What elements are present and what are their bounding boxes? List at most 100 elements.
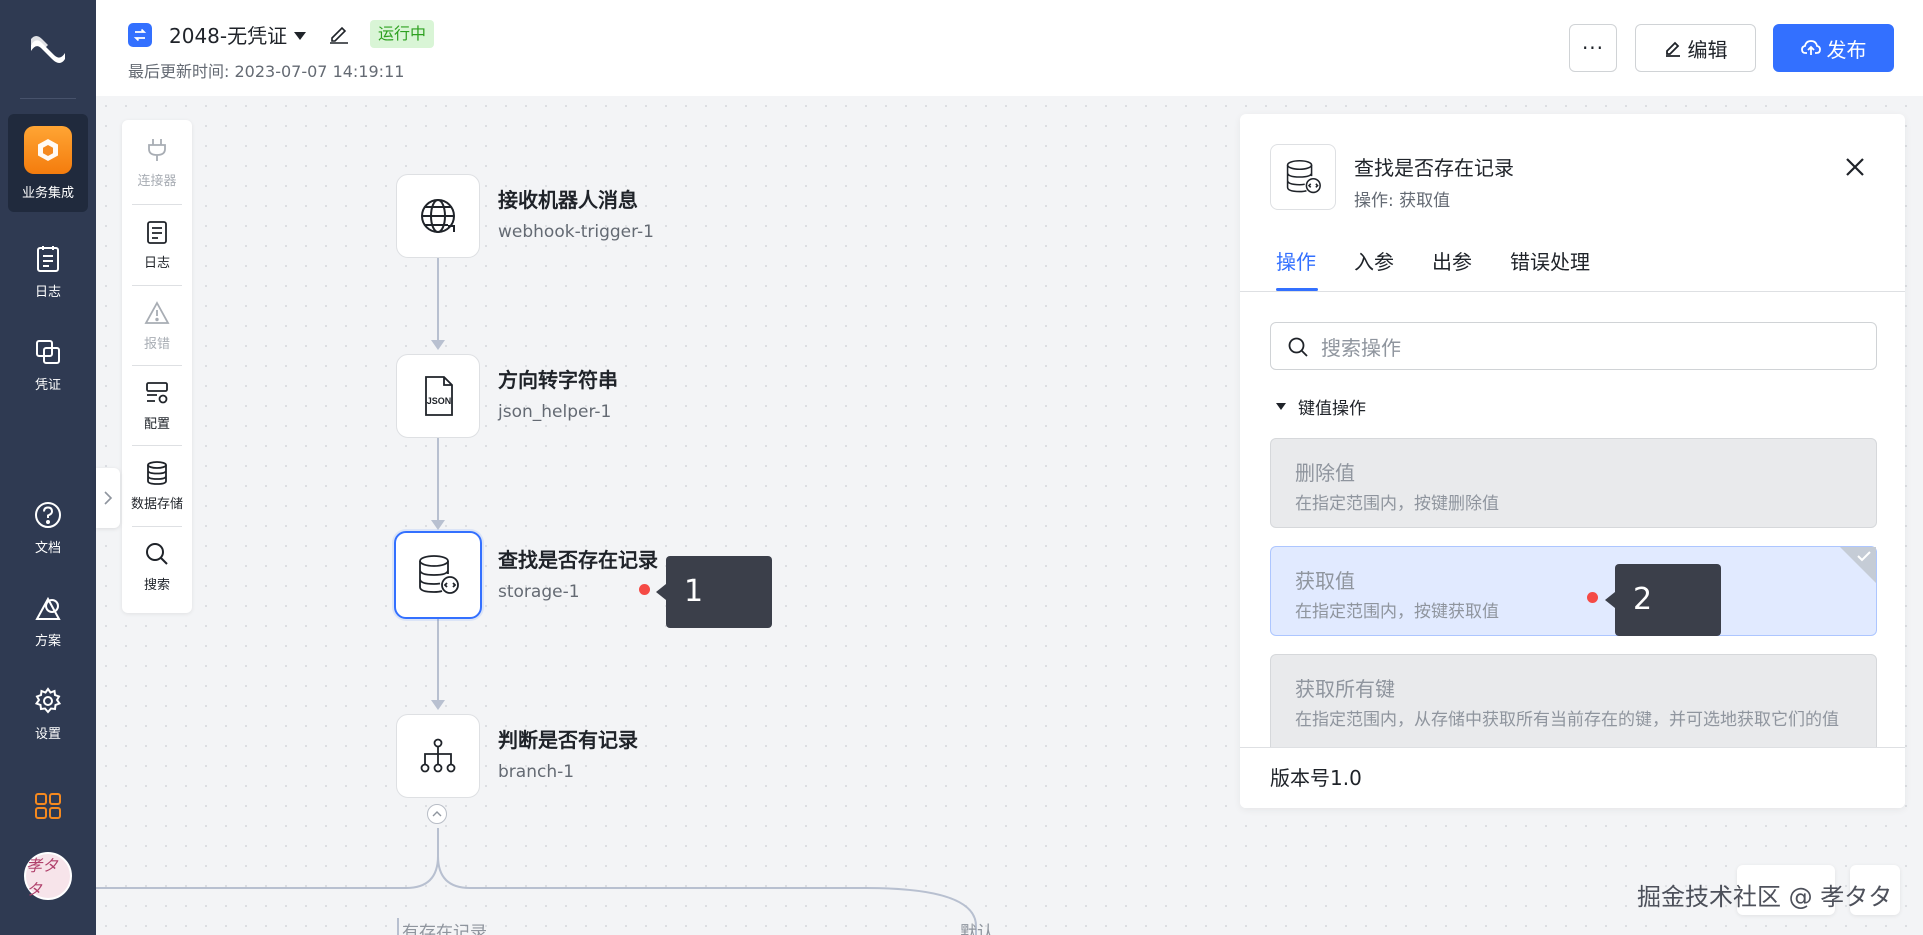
plug-icon <box>144 136 170 164</box>
cloud-upload-icon <box>1800 40 1821 55</box>
json-file-icon: JSON <box>425 376 453 416</box>
tab-output-params[interactable]: 出参 <box>1432 246 1472 275</box>
nav-label: 方案 <box>34 633 61 649</box>
last-updated: 最后更新时间: 2023-07-07 14:19:11 <box>128 58 404 82</box>
warning-icon <box>144 299 170 327</box>
tool-config[interactable]: 配置 <box>122 365 192 445</box>
last-updated-label: 最后更新时间: <box>128 62 230 81</box>
tab-error-handling[interactable]: 错误处理 <box>1510 246 1590 275</box>
flow-node-json-helper[interactable]: JSON <box>396 354 480 438</box>
tab-input-params[interactable]: 入参 <box>1354 246 1394 275</box>
node-id: webhook-trigger-1 <box>498 222 654 242</box>
tool-label: 配置 <box>143 416 170 432</box>
flow-node-branch[interactable] <box>396 714 480 798</box>
avatar[interactable]: 孝タタ <box>24 852 72 900</box>
app-logo[interactable] <box>0 24 96 76</box>
tool-search[interactable]: 搜索 <box>122 526 192 606</box>
nav-item-settings[interactable]: 设置 <box>8 664 88 762</box>
flow-node-storage[interactable] <box>394 531 482 619</box>
operation-name: 获取所有键 <box>1295 677 1395 701</box>
operation-card-delete[interactable]: 删除值 在指定范围内，按键删除值 <box>1270 438 1877 528</box>
tool-label: 连接器 <box>137 173 177 189</box>
more-button[interactable]: ··· <box>1569 24 1617 72</box>
check-icon <box>1857 551 1871 562</box>
tab-indicator <box>1276 288 1318 291</box>
operation-card-get[interactable]: 获取值 在指定范围内，按键获取值 2 <box>1270 546 1877 636</box>
annotation-marker: 2 <box>1605 564 1721 636</box>
branch-icon <box>420 738 456 773</box>
toolbox: 连接器 日志 报错 配置 数据存储 搜索 <box>122 120 192 613</box>
search-placeholder: 搜索操作 <box>1321 335 1401 360</box>
globe-icon <box>421 199 455 233</box>
tool-label: 报错 <box>143 336 170 352</box>
edit-button[interactable]: 编辑 <box>1635 24 1756 72</box>
config-icon <box>144 379 170 407</box>
search-icon <box>1288 337 1308 357</box>
node-title: 判断是否有记录 <box>498 728 638 752</box>
tool-connector[interactable]: 连接器 <box>122 122 192 202</box>
nav-item-log[interactable]: 日志 <box>8 222 88 320</box>
branch-label: 有存在记录 <box>402 923 487 935</box>
nav-label: 日志 <box>34 284 61 300</box>
node-title: 查找是否存在记录 <box>498 548 658 572</box>
flow-node-webhook-trigger[interactable] <box>396 174 480 258</box>
pencil-icon <box>1665 41 1680 57</box>
tab-operation[interactable]: 操作 <box>1276 246 1316 275</box>
log-icon <box>145 218 169 246</box>
tool-label: 数据存储 <box>130 496 183 512</box>
node-id: storage-1 <box>498 582 580 602</box>
flow-name[interactable]: 2048-无凭证 <box>169 20 287 49</box>
branch-label: 默认 <box>960 923 994 935</box>
chevron-down-icon[interactable] <box>293 26 307 45</box>
annotation-marker: 1 <box>656 556 772 628</box>
nav-item-integration[interactable]: 业务集成 <box>8 114 88 212</box>
node-title: 接收机器人消息 <box>498 188 638 212</box>
database-icon <box>145 459 169 487</box>
tool-data-storage[interactable]: 数据存储 <box>122 445 192 525</box>
chevron-up-icon <box>432 811 442 817</box>
nav-item-credential[interactable]: 凭证 <box>8 315 88 413</box>
tool-log[interactable]: 日志 <box>122 204 192 284</box>
publish-button[interactable]: 发布 <box>1773 24 1894 72</box>
operation-name: 获取值 <box>1295 569 1355 593</box>
last-updated-value: 2023-07-07 14:19:11 <box>234 62 405 81</box>
flow-icon <box>128 23 152 47</box>
nav-label: 凭证 <box>34 377 61 393</box>
solution-icon <box>32 592 64 624</box>
apps-grid-icon[interactable] <box>30 788 66 824</box>
tool-label: 日志 <box>143 255 170 271</box>
publish-button-label: 发布 <box>1826 37 1867 62</box>
operation-group[interactable]: 键值操作 <box>1276 394 1366 419</box>
marker-dot <box>639 584 650 595</box>
operation-name: 删除值 <box>1295 461 1355 485</box>
edit-name-icon[interactable] <box>328 22 350 48</box>
database-icon <box>419 555 459 594</box>
version-label: 版本号1.0 <box>1270 766 1362 790</box>
nav-divider <box>20 98 76 99</box>
nav-item-solution[interactable]: 方案 <box>8 571 88 669</box>
nav-label: 文档 <box>34 540 61 556</box>
panel-footer: 版本号1.0 <box>1240 747 1905 808</box>
collapse-branch-button[interactable] <box>427 804 447 824</box>
expand-panel-button[interactable] <box>96 468 120 528</box>
search-input[interactable]: 搜索操作 <box>1270 322 1877 370</box>
operation-desc: 在指定范围内，按键删除值 <box>1295 494 1499 514</box>
nav-label: 设置 <box>34 726 61 742</box>
nav-label: 业务集成 <box>21 185 74 201</box>
chevron-right-icon <box>104 491 113 505</box>
database-icon <box>1270 144 1336 210</box>
tool-error[interactable]: 报错 <box>122 285 192 365</box>
panel-tabs: 操作 入参 出参 错误处理 <box>1240 226 1905 292</box>
tool-label: 搜索 <box>143 577 170 593</box>
caret-down-icon <box>1276 402 1286 410</box>
node-config-panel: 查找是否存在记录 操作: 获取值 操作 入参 出参 错误处理 搜索操作 键值操作… <box>1240 114 1905 808</box>
marker-dot <box>1587 592 1598 603</box>
close-icon[interactable] <box>1840 152 1870 182</box>
more-icon: ··· <box>1581 36 1605 60</box>
node-title: 方向转字符串 <box>498 368 618 392</box>
nav-item-docs[interactable]: 文档 <box>8 478 88 576</box>
edit-button-label: 编辑 <box>1687 37 1728 62</box>
panel-title: 查找是否存在记录 <box>1354 156 1514 180</box>
node-id: branch-1 <box>498 762 575 782</box>
search-icon <box>144 540 170 568</box>
